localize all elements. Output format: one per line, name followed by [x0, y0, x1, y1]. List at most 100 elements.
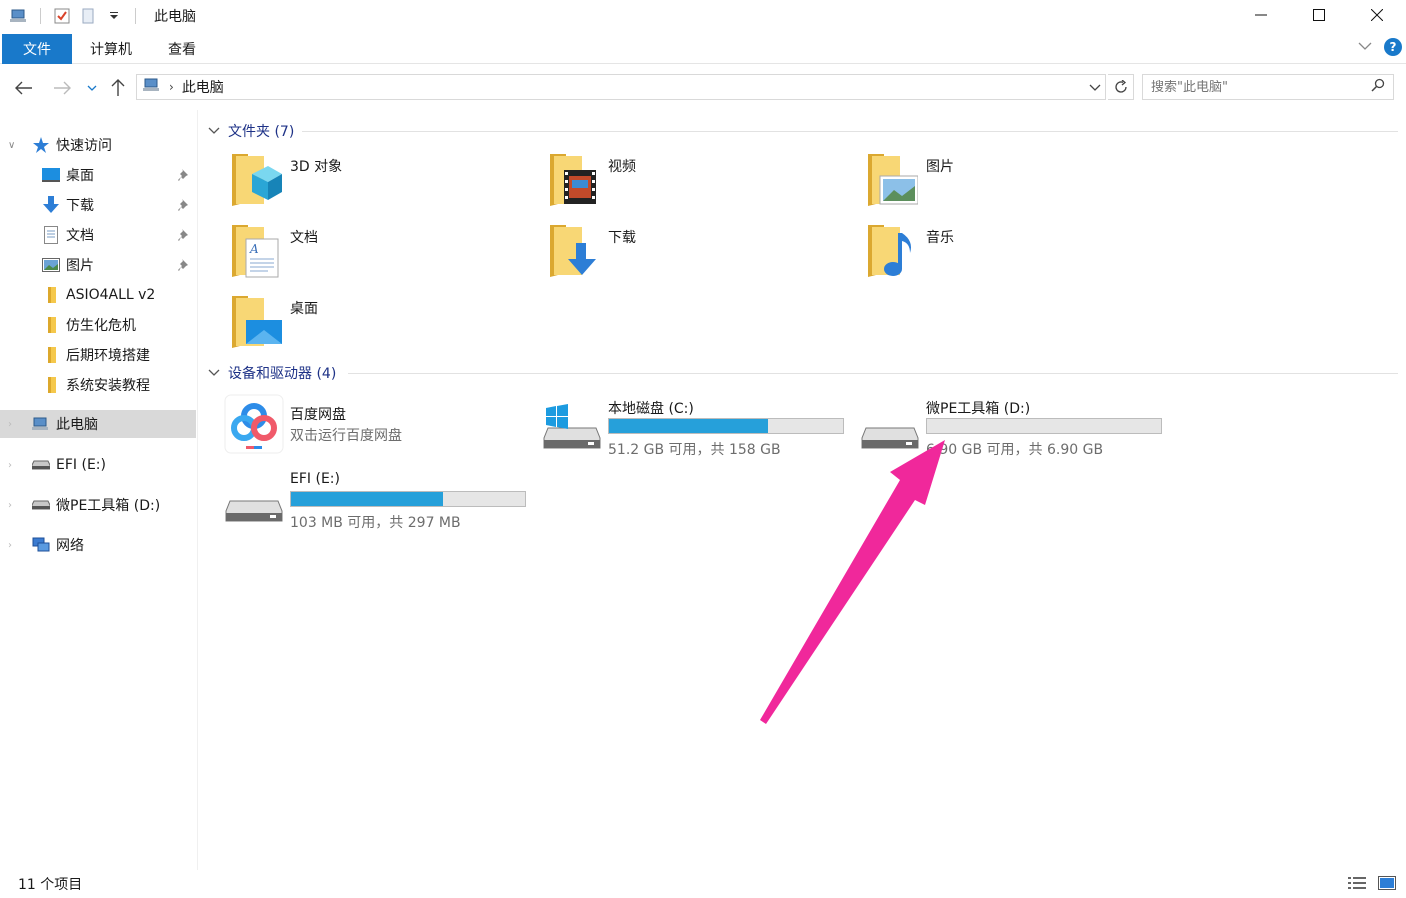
folder-tile-videos[interactable]: 视频	[542, 150, 842, 214]
folder-label: 文档	[290, 230, 318, 246]
expand-chevron-icon[interactable]: ›	[8, 540, 12, 551]
devices-group-header[interactable]: 设备和驱动器 (4)	[208, 362, 1398, 384]
baidu-netdisk-icon	[224, 394, 284, 454]
pictures-icon	[868, 154, 918, 206]
sidebar-item-network[interactable]: › 网络	[0, 531, 196, 559]
address-dropdown-icon[interactable]	[1089, 79, 1101, 99]
properties-icon[interactable]	[53, 7, 71, 25]
sidebar-item-wepe[interactable]: › 微PE工具箱 (D:)	[0, 491, 196, 519]
computer-icon	[32, 415, 50, 433]
search-box[interactable]	[1142, 74, 1394, 100]
help-icon[interactable]: ?	[1384, 38, 1402, 56]
videos-icon	[550, 154, 596, 206]
folder-label: 视频	[608, 159, 636, 175]
device-baidu-netdisk[interactable]: 百度网盘 双击运行百度网盘	[224, 394, 544, 462]
expand-chevron-icon[interactable]: ›	[8, 460, 12, 471]
sidebar-item-desktop[interactable]: 桌面	[0, 161, 196, 189]
folder-icon	[42, 286, 60, 304]
capacity-bar	[608, 418, 844, 434]
customize-dropdown-icon[interactable]	[105, 7, 123, 25]
tab-file[interactable]: 文件	[2, 33, 72, 64]
collapse-chevron-icon[interactable]	[208, 365, 222, 381]
expand-chevron-icon[interactable]: ›	[8, 500, 12, 511]
tab-view[interactable]: 查看	[150, 34, 214, 64]
maximize-button[interactable]	[1290, 0, 1348, 30]
sidebar-item-efi[interactable]: › EFI (E:)	[0, 451, 196, 479]
sidebar-item-folder[interactable]: 仿生化危机	[0, 311, 196, 339]
folders-group-header[interactable]: 文件夹 (7)	[208, 120, 1398, 142]
folder-tile-pictures[interactable]: 图片	[860, 150, 1160, 214]
sidebar-item-label: 系统安装教程	[66, 378, 150, 394]
group-divider	[348, 373, 1398, 374]
folder-tile-downloads[interactable]: 下载	[542, 221, 842, 285]
breadcrumb-this-pc[interactable]: 此电脑	[182, 77, 224, 97]
folder-label: 图片	[926, 159, 954, 175]
folder-tile-desktop[interactable]: 桌面	[224, 292, 524, 356]
device-efi-e[interactable]: EFI (E:) 103 MB 可用，共 297 MB	[224, 467, 544, 535]
expand-chevron-icon[interactable]: ∨	[8, 140, 15, 151]
pin-icon[interactable]	[178, 198, 190, 212]
sidebar-item-label: 网络	[56, 538, 84, 554]
sidebar-item-folder[interactable]: 系统安装教程	[0, 371, 196, 399]
large-icons-view-icon[interactable]	[1378, 876, 1396, 894]
details-view-icon[interactable]	[1348, 876, 1366, 894]
address-bar[interactable]: › 此电脑	[136, 74, 1106, 100]
folder-label: 音乐	[926, 230, 954, 246]
up-button[interactable]	[106, 76, 130, 100]
device-local-disk-c[interactable]: 本地磁盘 (C:) 51.2 GB 可用，共 158 GB	[542, 394, 862, 462]
pin-icon[interactable]	[178, 258, 190, 272]
title-bar: 此电脑	[0, 0, 1406, 32]
chevron-right-icon[interactable]: ›	[169, 80, 174, 94]
expand-ribbon-icon[interactable]	[1358, 39, 1372, 55]
quick-access-toolbar: 此电脑	[0, 6, 196, 26]
folder-icon	[42, 376, 60, 394]
recent-locations-icon[interactable]	[80, 76, 104, 100]
tab-computer[interactable]: 计算机	[72, 34, 150, 64]
sidebar-item-pictures[interactable]: 图片	[0, 251, 196, 279]
folder-label: 下载	[608, 230, 636, 246]
pin-icon[interactable]	[178, 228, 190, 242]
folder-tile-documents[interactable]: A 文档	[224, 221, 524, 285]
sidebar-item-label: 下载	[66, 198, 94, 214]
sidebar-item-label: 微PE工具箱 (D:)	[56, 498, 161, 514]
sidebar-item-label: 图片	[66, 258, 94, 274]
free-space-text: 51.2 GB 可用，共 158 GB	[608, 442, 781, 458]
computer-icon[interactable]	[10, 7, 28, 25]
forward-button[interactable]	[50, 76, 74, 100]
back-button[interactable]	[12, 76, 36, 100]
network-icon	[32, 536, 50, 554]
folder-tile-music[interactable]: 音乐	[860, 221, 1160, 285]
folder-icon	[42, 346, 60, 364]
ribbon-right-controls: ?	[1358, 38, 1402, 56]
sidebar-item-label: ASIO4ALL v2	[66, 287, 156, 303]
device-label: 微PE工具箱 (D:)	[926, 401, 1031, 417]
pin-icon[interactable]	[178, 168, 190, 182]
annotation-arrow	[760, 440, 945, 724]
free-space-text: 103 MB 可用，共 297 MB	[290, 515, 461, 531]
refresh-button[interactable]	[1108, 74, 1134, 100]
download-icon	[42, 196, 60, 214]
toolbar-divider	[40, 8, 41, 24]
folder-icon	[42, 316, 60, 334]
collapse-chevron-icon[interactable]	[208, 123, 222, 139]
sidebar-item-quick-access[interactable]: ∨ 快速访问	[0, 131, 196, 159]
sidebar-item-label: 此电脑	[56, 417, 98, 433]
expand-chevron-icon[interactable]: ›	[8, 419, 12, 430]
sidebar-item-folder[interactable]: ASIO4ALL v2	[0, 281, 196, 309]
minimize-button[interactable]	[1232, 0, 1290, 30]
navigation-bar: › 此电脑	[0, 70, 1406, 104]
new-folder-icon[interactable]	[79, 7, 97, 25]
sidebar-item-folder[interactable]: 后期环境搭建	[0, 341, 196, 369]
folder-tile-3d-objects[interactable]: 3D 对象	[224, 150, 524, 214]
search-input[interactable]	[1151, 79, 1371, 95]
item-count: 11 个项目	[18, 877, 83, 893]
close-button[interactable]	[1348, 0, 1406, 30]
search-icon[interactable]	[1371, 78, 1385, 96]
sidebar-item-documents[interactable]: 文档	[0, 221, 196, 249]
sidebar-item-downloads[interactable]: 下载	[0, 191, 196, 219]
document-icon	[42, 226, 60, 244]
sidebar-item-this-pc[interactable]: › 此电脑	[0, 410, 196, 438]
device-wepe-d[interactable]: 微PE工具箱 (D:) 6.90 GB 可用，共 6.90 GB	[860, 394, 1180, 462]
group-title: 设备和驱动器 (4)	[228, 366, 337, 382]
folder-label: 桌面	[290, 301, 318, 317]
